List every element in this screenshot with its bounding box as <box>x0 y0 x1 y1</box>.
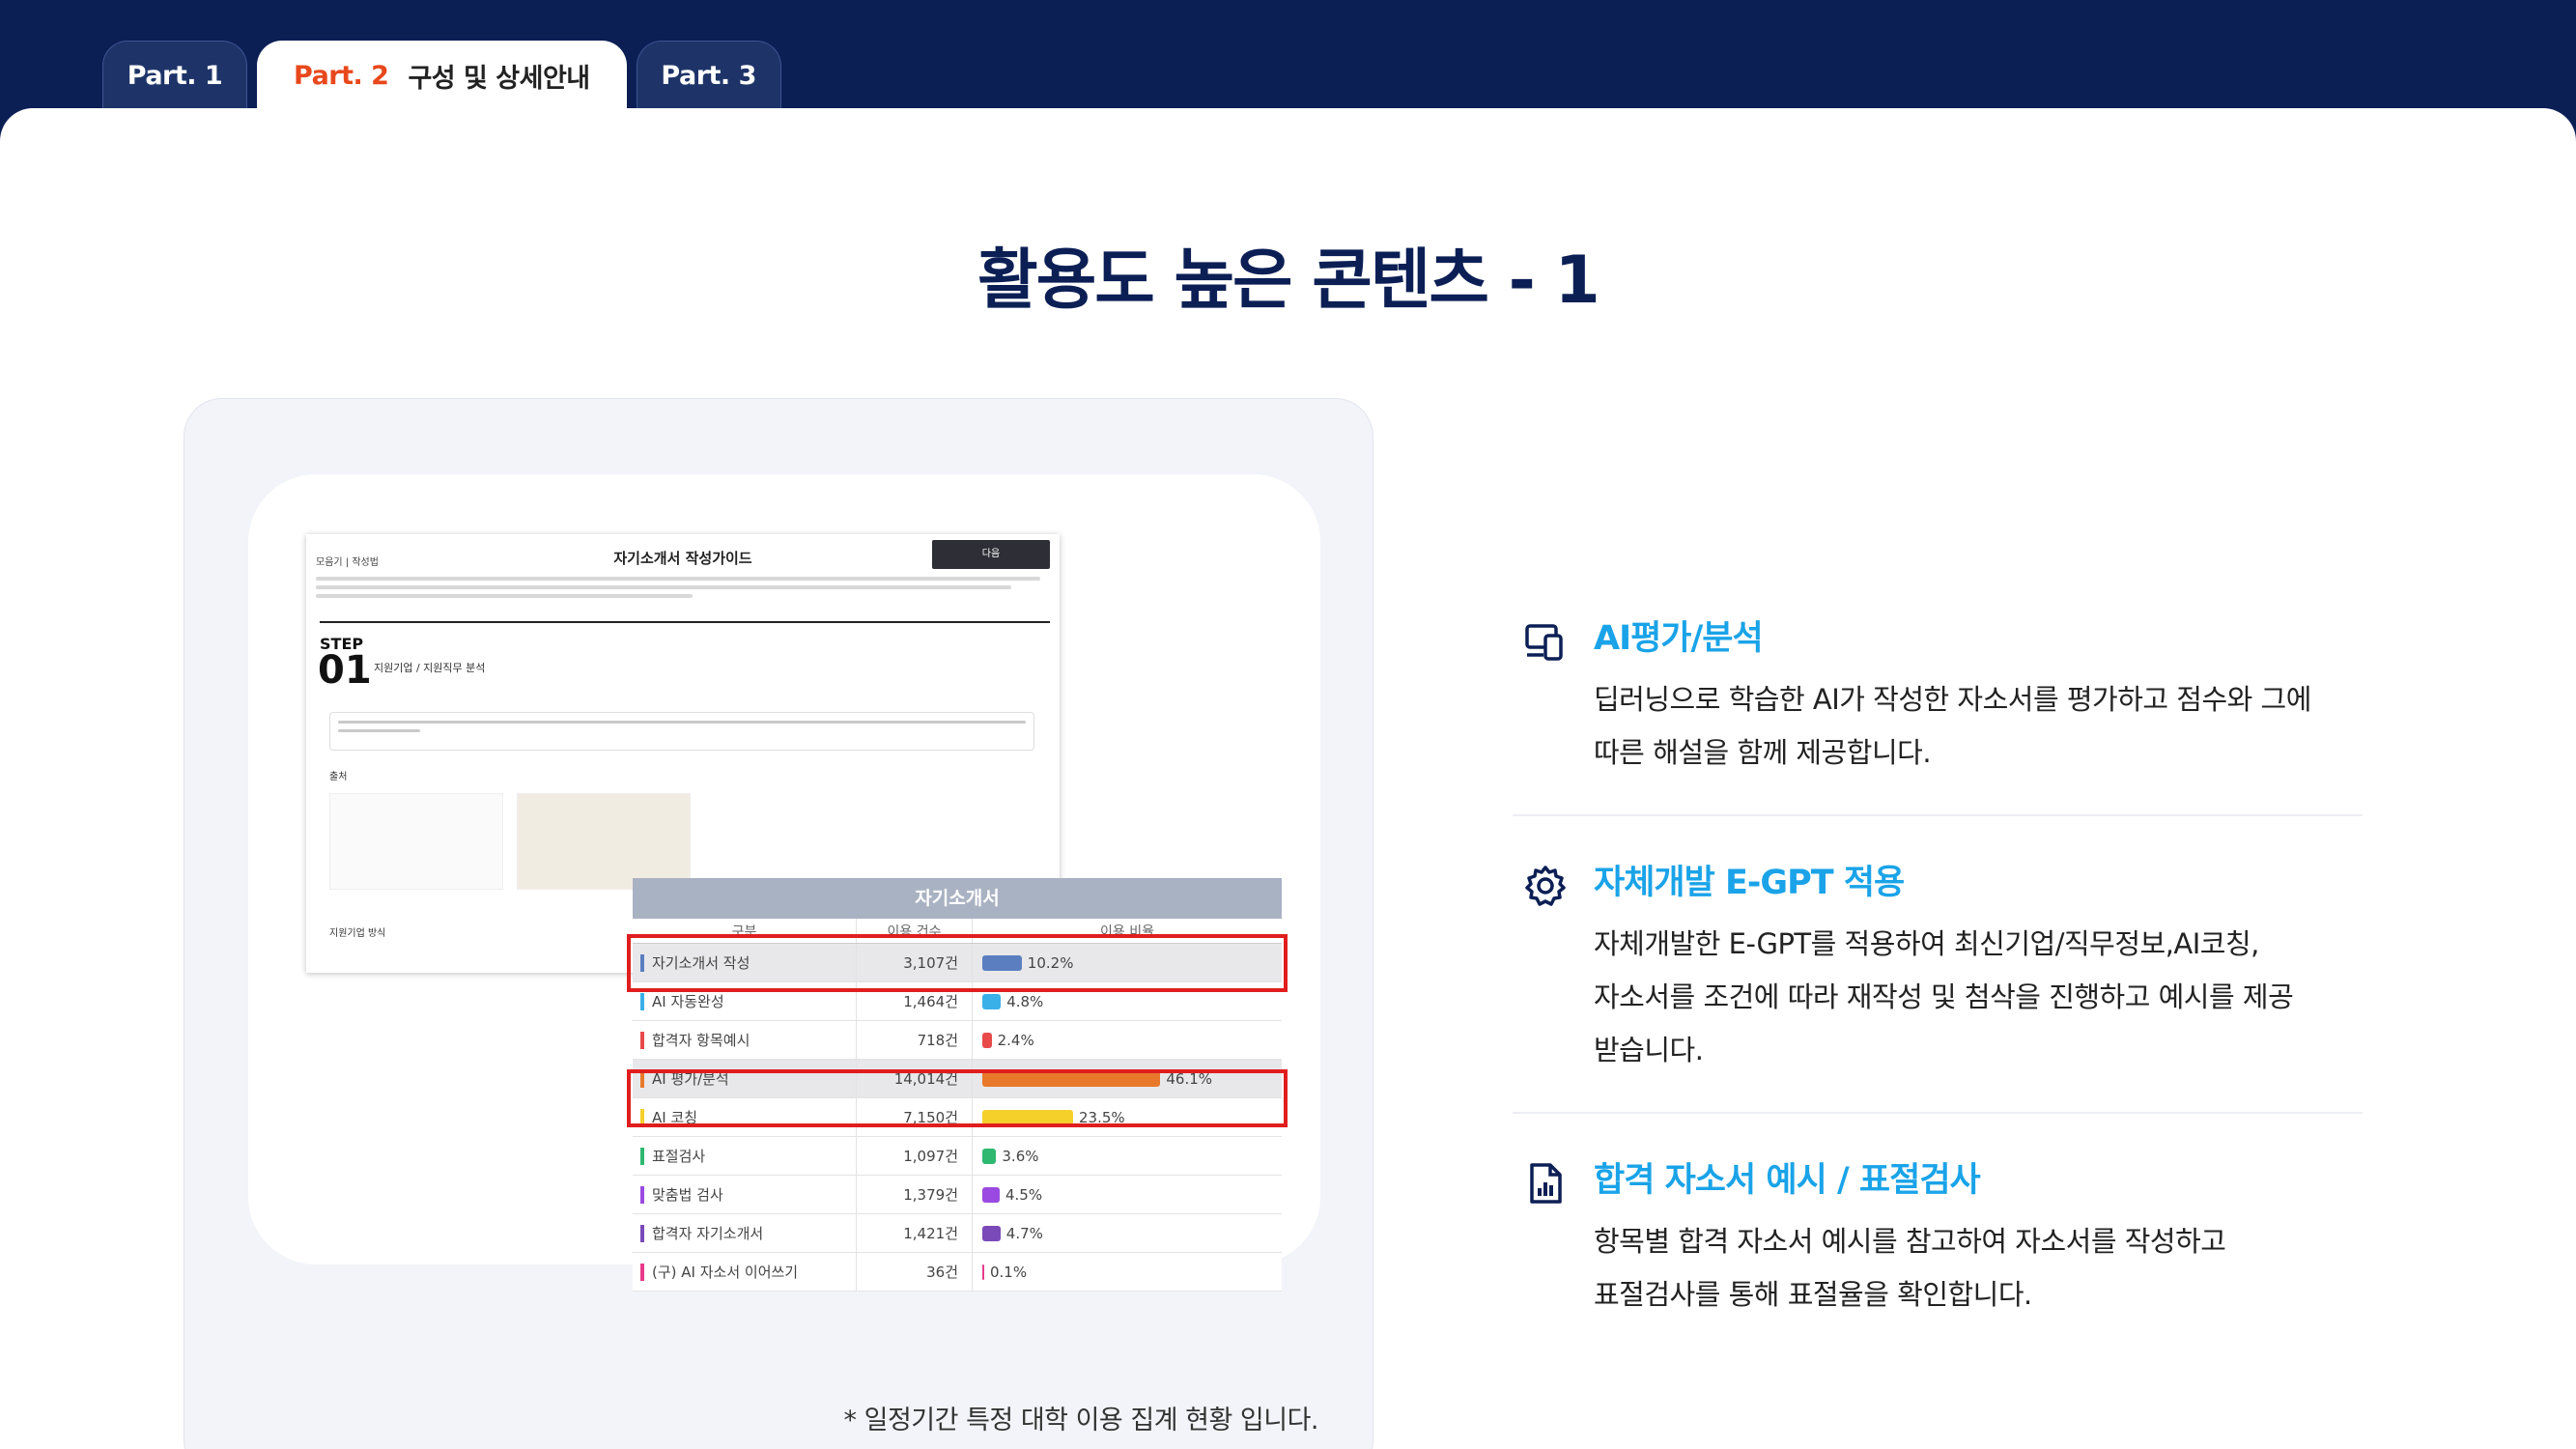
row-pct: 0.1% <box>990 1263 1028 1281</box>
doc-thumbnail <box>329 793 503 890</box>
highlight-box <box>627 1069 1288 1127</box>
ratio-bar <box>982 1264 984 1280</box>
part-tabs: Part. 1 Part. 2 구성 및 상세안내 Part. 3 <box>102 41 791 110</box>
doc-section-label: 지원기업 방식 <box>329 928 386 939</box>
feature-title: AI평가/분석 <box>1594 619 1764 658</box>
tab-part-2[interactable]: Part. 2 구성 및 상세안내 <box>257 41 627 110</box>
row-name: (구) AI 자소서 이어쓰기 <box>652 1264 799 1281</box>
row-ratio-cell: 4.7% <box>973 1214 1282 1252</box>
feature-item: AI평가/분석 딥러닝으로 학습한 AI가 작성한 자소서를 평가하고 점수와 … <box>1513 611 2363 780</box>
row-count: 1,421건 <box>857 1214 973 1252</box>
row-name: 합격자 자기소개서 <box>652 1225 764 1242</box>
main-panel: 활용도 높은 콘텐츠 - 1 모음기 | 작성법 자기소개서 작성가이드 다음 … <box>0 108 2576 1449</box>
step-description: 지원기업 / 지원직무 분석 <box>374 662 486 674</box>
step-number: 01 <box>318 648 372 693</box>
row-ratio-cell: 3.6% <box>973 1137 1282 1175</box>
row-name: 합격자 항목예시 <box>652 1032 750 1049</box>
feature-title: 합격 자소서 예시 / 표절검사 <box>1594 1161 1981 1200</box>
tab-part-1[interactable]: Part. 1 <box>102 41 247 110</box>
table-row: 합격자 항목예시 718건 2.4% <box>633 1021 1282 1060</box>
highlight-box <box>627 934 1288 992</box>
row-color-mark <box>640 992 644 1010</box>
row-count: 718건 <box>857 1021 973 1059</box>
row-name: AI 자동완성 <box>652 993 724 1010</box>
row-pct: 2.4% <box>997 1031 1034 1049</box>
ratio-bar <box>982 993 1002 1009</box>
ratio-bar <box>982 1148 997 1164</box>
feature-title: 자체개발 E-GPT 적용 <box>1594 864 1905 902</box>
row-label-cell: (구) AI 자소서 이어쓰기 <box>633 1253 857 1291</box>
row-pct: 4.5% <box>1005 1185 1043 1204</box>
row-name: 맞춤법 검사 <box>652 1186 723 1204</box>
row-count: 36건 <box>857 1253 973 1291</box>
gear-icon <box>1525 866 1566 906</box>
row-label-cell: 맞춤법 검사 <box>633 1176 857 1213</box>
tab-label: 구성 및 상세안내 <box>408 63 590 94</box>
row-count: 1,097건 <box>857 1137 973 1175</box>
table-row: 맞춤법 검사 1,379건 4.5% <box>633 1176 1282 1214</box>
table-title: 자기소개서 <box>633 878 1282 919</box>
row-color-mark <box>640 1185 644 1204</box>
row-count: 1,379건 <box>857 1176 973 1213</box>
divider <box>1513 814 2363 816</box>
doc-info-box <box>329 712 1034 751</box>
ratio-bar <box>982 1186 1000 1203</box>
tab-part-label: Part. 2 <box>294 60 389 91</box>
doc-intro-text <box>316 577 1040 603</box>
doc-divider <box>320 621 1050 623</box>
doc-section-label: 출처 <box>329 772 348 782</box>
row-ratio-cell: 2.4% <box>973 1021 1282 1059</box>
page-title: 활용도 높은 콘텐츠 - 1 <box>977 242 1600 319</box>
tab-label: Part. 1 <box>127 61 223 91</box>
row-ratio-cell: 4.5% <box>973 1176 1282 1213</box>
doc-thumbnail <box>517 793 691 890</box>
tab-label: Part. 3 <box>661 61 756 91</box>
row-name: 표절검사 <box>652 1148 706 1165</box>
row-label-cell: 합격자 자기소개서 <box>633 1214 857 1252</box>
table-row: 합격자 자기소개서 1,421건 4.7% <box>633 1214 1282 1253</box>
table-row: (구) AI 자소서 이어쓰기 36건 0.1% <box>633 1253 1282 1292</box>
feature-item: 합격 자소서 예시 / 표절검사 항목별 합격 자소서 예시를 참고하여 자소서… <box>1513 1152 2363 1321</box>
feature-desc: 딥러닝으로 학습한 AI가 작성한 자소서를 평가하고 점수와 그에 따른 해설을… <box>1594 683 2311 769</box>
feature-list: AI평가/분석 딥러닝으로 학습한 AI가 작성한 자소서를 평가하고 점수와 … <box>1513 611 2363 1321</box>
feature-desc: 자체개발한 E-GPT를 적용하여 최신기업/직무정보,AI코칭, 자소서를 조건… <box>1594 927 2294 1066</box>
devices-icon <box>1525 624 1563 661</box>
screenshot-frame: 모음기 | 작성법 자기소개서 작성가이드 다음 STEP 01 지원기업 / … <box>248 474 1320 1292</box>
row-color-mark <box>640 1224 644 1242</box>
feature-desc: 항목별 합격 자소서 예시를 참고하여 자소서를 작성하고 표절검사를 통해 표절… <box>1594 1225 2226 1311</box>
doc-next-button[interactable]: 다음 <box>932 540 1050 569</box>
divider <box>1513 1112 2363 1114</box>
table-row: 표절검사 1,097건 3.6% <box>633 1137 1282 1176</box>
row-pct: 3.6% <box>1002 1147 1039 1165</box>
report-icon <box>1530 1163 1562 1204</box>
row-label-cell: 합격자 항목예시 <box>633 1021 857 1059</box>
screenshot-card: 모음기 | 작성법 자기소개서 작성가이드 다음 STEP 01 지원기업 / … <box>184 398 1373 1449</box>
ratio-bar <box>982 1032 992 1048</box>
footnote: * 일정기간 특정 대학 이용 집계 현황 입니다. <box>843 1406 1319 1435</box>
feature-item: 자체개발 E-GPT 적용 자체개발한 E-GPT를 적용하여 최신기업/직무정… <box>1513 855 2363 1077</box>
row-color-mark <box>640 1263 644 1281</box>
row-color-mark <box>640 1031 644 1049</box>
row-pct: 4.8% <box>1006 992 1044 1010</box>
row-pct: 4.7% <box>1005 1224 1043 1242</box>
tab-part-3[interactable]: Part. 3 <box>636 41 781 110</box>
row-color-mark <box>640 1147 644 1165</box>
ratio-bar <box>982 1225 1001 1241</box>
row-ratio-cell: 0.1% <box>973 1253 1282 1291</box>
row-label-cell: 표절검사 <box>633 1137 857 1175</box>
